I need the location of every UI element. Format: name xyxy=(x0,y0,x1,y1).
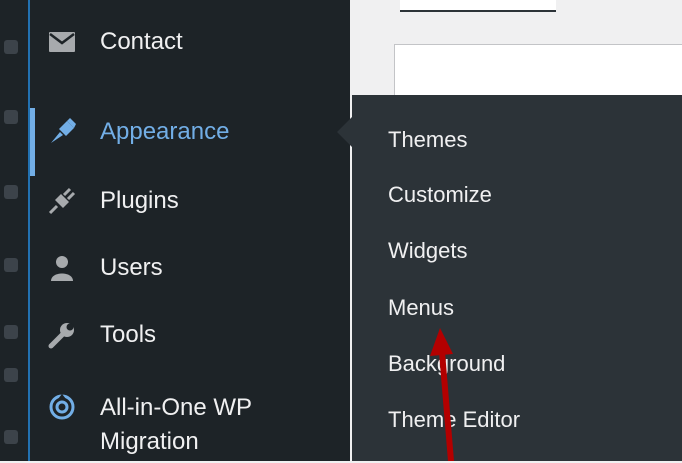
submenu-pointer xyxy=(337,117,352,147)
menu-item-appearance[interactable]: Appearance xyxy=(30,102,350,176)
plugin-icon xyxy=(46,185,78,217)
admin-sidebar-menu: Contact Appearance Plugins Users Tools A… xyxy=(30,0,350,461)
submenu-item-themes[interactable]: Themes xyxy=(388,120,668,160)
menu-item-label: Appearance xyxy=(100,118,230,145)
menu-item-label: All-in-One WP Migration xyxy=(100,394,253,455)
paintbrush-icon xyxy=(46,116,78,148)
content-tab xyxy=(400,0,556,12)
menu-item-plugins[interactable]: Plugins xyxy=(30,171,350,231)
menu-glyph-icon xyxy=(4,430,18,444)
submenu-item-customize[interactable]: Customize xyxy=(388,175,668,215)
menu-item-label: Plugins xyxy=(100,187,179,214)
menu-glyph-icon xyxy=(4,185,18,199)
menu-item-label: Contact xyxy=(100,28,183,55)
menu-item-contact[interactable]: Contact xyxy=(30,12,350,72)
menu-glyph-icon xyxy=(4,258,18,272)
submenu-item-widgets[interactable]: Widgets xyxy=(388,231,668,271)
appearance-submenu: Themes Customize Widgets Menus Backgroun… xyxy=(352,95,682,461)
menu-item-label: Users xyxy=(100,254,163,281)
wrench-icon xyxy=(46,319,78,351)
menu-glyph-icon xyxy=(4,368,18,382)
migration-icon xyxy=(46,391,78,423)
menu-glyph-icon xyxy=(4,40,18,54)
menu-item-tools[interactable]: Tools xyxy=(30,305,350,365)
envelope-icon xyxy=(46,26,78,58)
menu-glyph-icon xyxy=(4,110,18,124)
user-icon xyxy=(46,252,78,284)
menu-item-users[interactable]: Users xyxy=(30,238,350,298)
menu-item-all-in-one-wp-migration[interactable]: All-in-One WP Migration xyxy=(30,383,350,463)
annotation-arrow-icon xyxy=(430,328,454,461)
menu-glyph-icon xyxy=(4,325,18,339)
collapsed-sidebar-strip xyxy=(0,0,30,461)
menu-item-label: Tools xyxy=(100,321,157,348)
